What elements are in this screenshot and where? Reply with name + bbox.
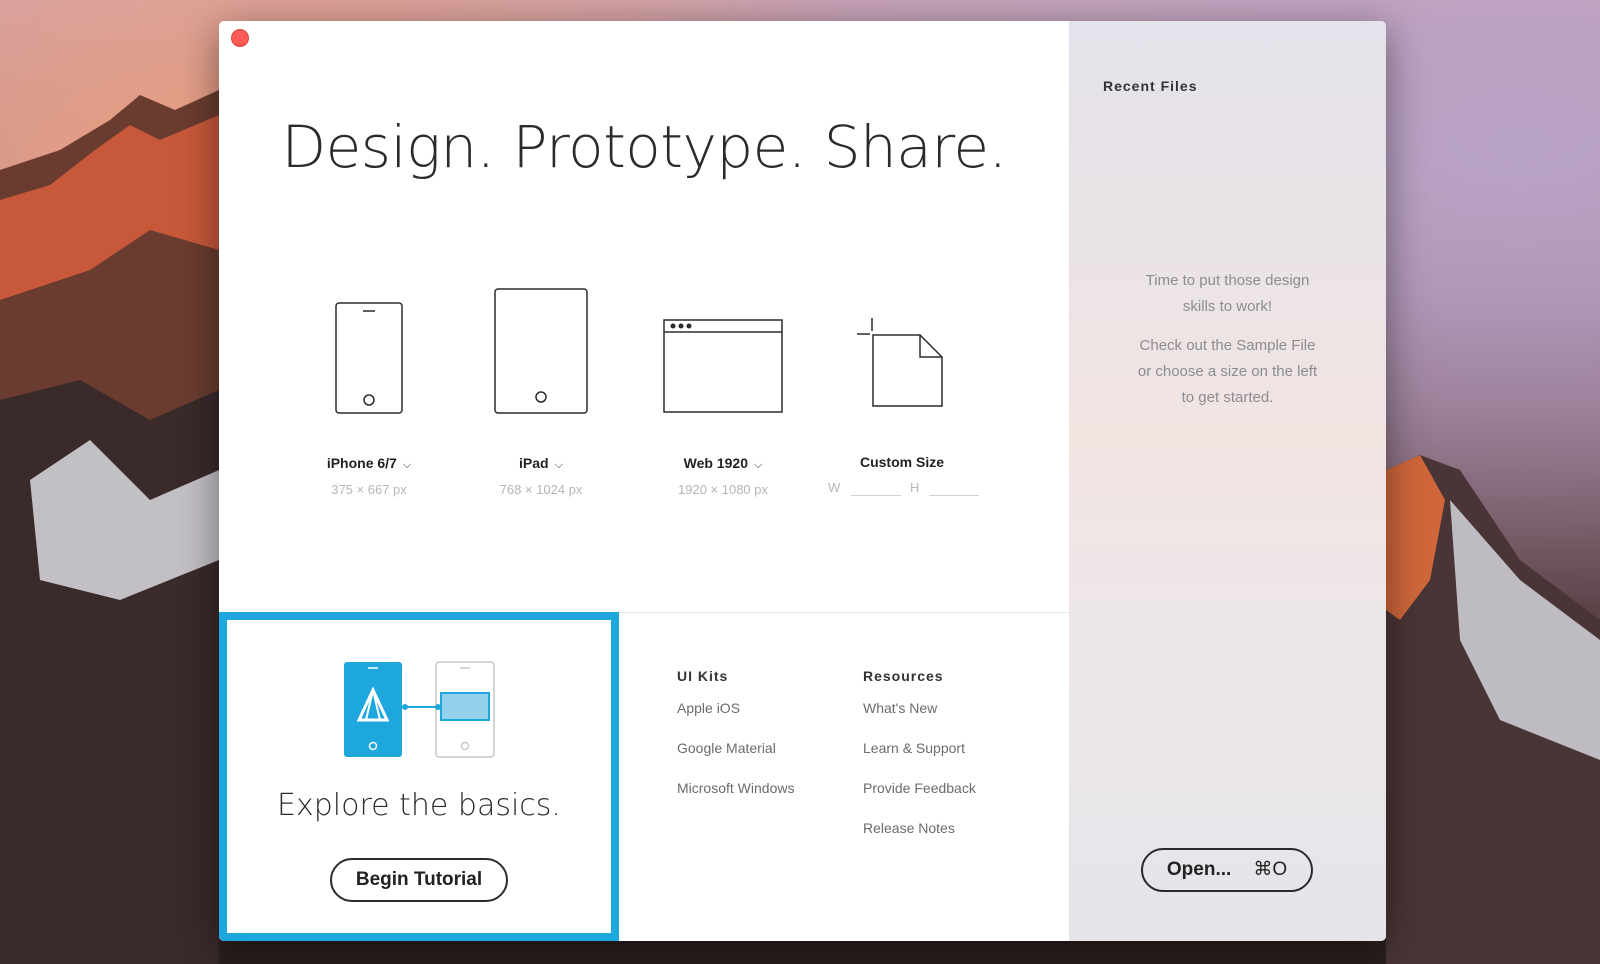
resources-section: Resources What's New Learn & Support Pro… xyxy=(863,668,976,848)
tablet-icon xyxy=(494,288,588,414)
learn-support-link[interactable]: Learn & Support xyxy=(863,728,976,768)
open-file-button[interactable]: Open... ⌘O xyxy=(1141,848,1313,892)
custom-document-icon xyxy=(857,318,943,407)
preset-ipad[interactable]: iPad ⌵ 768 × 1024 px xyxy=(451,271,631,497)
recent-files-panel: Recent Files Time to put those design sk… xyxy=(1069,21,1386,941)
preset-iphone[interactable]: iPhone 6/7 ⌵ 375 × 667 px xyxy=(279,271,459,497)
preset-iphone-label[interactable]: iPhone 6/7 ⌵ xyxy=(279,455,459,472)
open-shortcut: ⌘O xyxy=(1253,859,1288,880)
empty-state-message: Time to put those design skills to work! xyxy=(1145,272,1310,315)
whats-new-link[interactable]: What's New xyxy=(863,688,976,728)
start-screen-main: Design. Prototype. Share. iPhone 6/7 ⌵ 37… xyxy=(219,21,1069,941)
tutorial-devices-icon xyxy=(344,661,495,758)
preset-custom-label: Custom Size xyxy=(859,454,944,470)
chevron-down-icon: ⌵ xyxy=(402,459,412,471)
page-title: Design. Prototype. Share. xyxy=(281,113,1007,181)
width-input[interactable] xyxy=(851,495,901,496)
ui-kit-apple-ios-link[interactable]: Apple iOS xyxy=(677,688,794,728)
chevron-down-icon: ⌵ xyxy=(554,459,563,471)
ui-kit-google-material-link[interactable]: Google Material xyxy=(677,728,794,768)
preset-web-label[interactable]: Web 1920 ⌵ xyxy=(633,455,813,472)
phone-icon xyxy=(335,302,403,414)
height-label: H xyxy=(910,480,920,495)
provide-feedback-link[interactable]: Provide Feedback xyxy=(863,768,976,808)
chevron-down-icon: ⌵ xyxy=(754,459,763,471)
height-input[interactable] xyxy=(929,495,979,496)
browser-window-icon xyxy=(663,319,783,413)
open-button-label: Open... xyxy=(1166,859,1232,880)
release-notes-link[interactable]: Release Notes xyxy=(863,808,976,848)
recent-files-title: Recent Files xyxy=(1103,78,1198,94)
section-divider xyxy=(619,612,1069,613)
tutorial-title: Explore the basics. xyxy=(277,788,561,823)
empty-state-hint: Check out the Sample File or choose a si… xyxy=(1137,337,1318,406)
preset-web[interactable]: Web 1920 ⌵ 1920 × 1080 px xyxy=(633,271,813,497)
tutorial-panel[interactable]: Explore the basics. Begin Tutorial xyxy=(219,612,619,941)
begin-tutorial-button[interactable]: Begin Tutorial xyxy=(330,858,508,902)
width-label: W xyxy=(828,480,841,495)
ui-kits-title: UI Kits xyxy=(677,668,729,684)
ui-kits-section: UI Kits Apple iOS Google Material Micros… xyxy=(677,668,794,808)
preset-iphone-size: 375 × 667 px xyxy=(331,482,407,497)
resources-title: Resources xyxy=(863,668,944,684)
preset-ipad-size: 768 × 1024 px xyxy=(499,482,583,497)
preset-ipad-label[interactable]: iPad ⌵ xyxy=(451,455,631,472)
preset-web-size: 1920 × 1080 px xyxy=(678,482,768,497)
preset-custom[interactable]: Custom Size W H xyxy=(812,271,992,501)
welcome-window: Design. Prototype. Share. iPhone 6/7 ⌵ 37… xyxy=(219,21,1386,941)
ui-kit-microsoft-windows-link[interactable]: Microsoft Windows xyxy=(677,768,794,808)
